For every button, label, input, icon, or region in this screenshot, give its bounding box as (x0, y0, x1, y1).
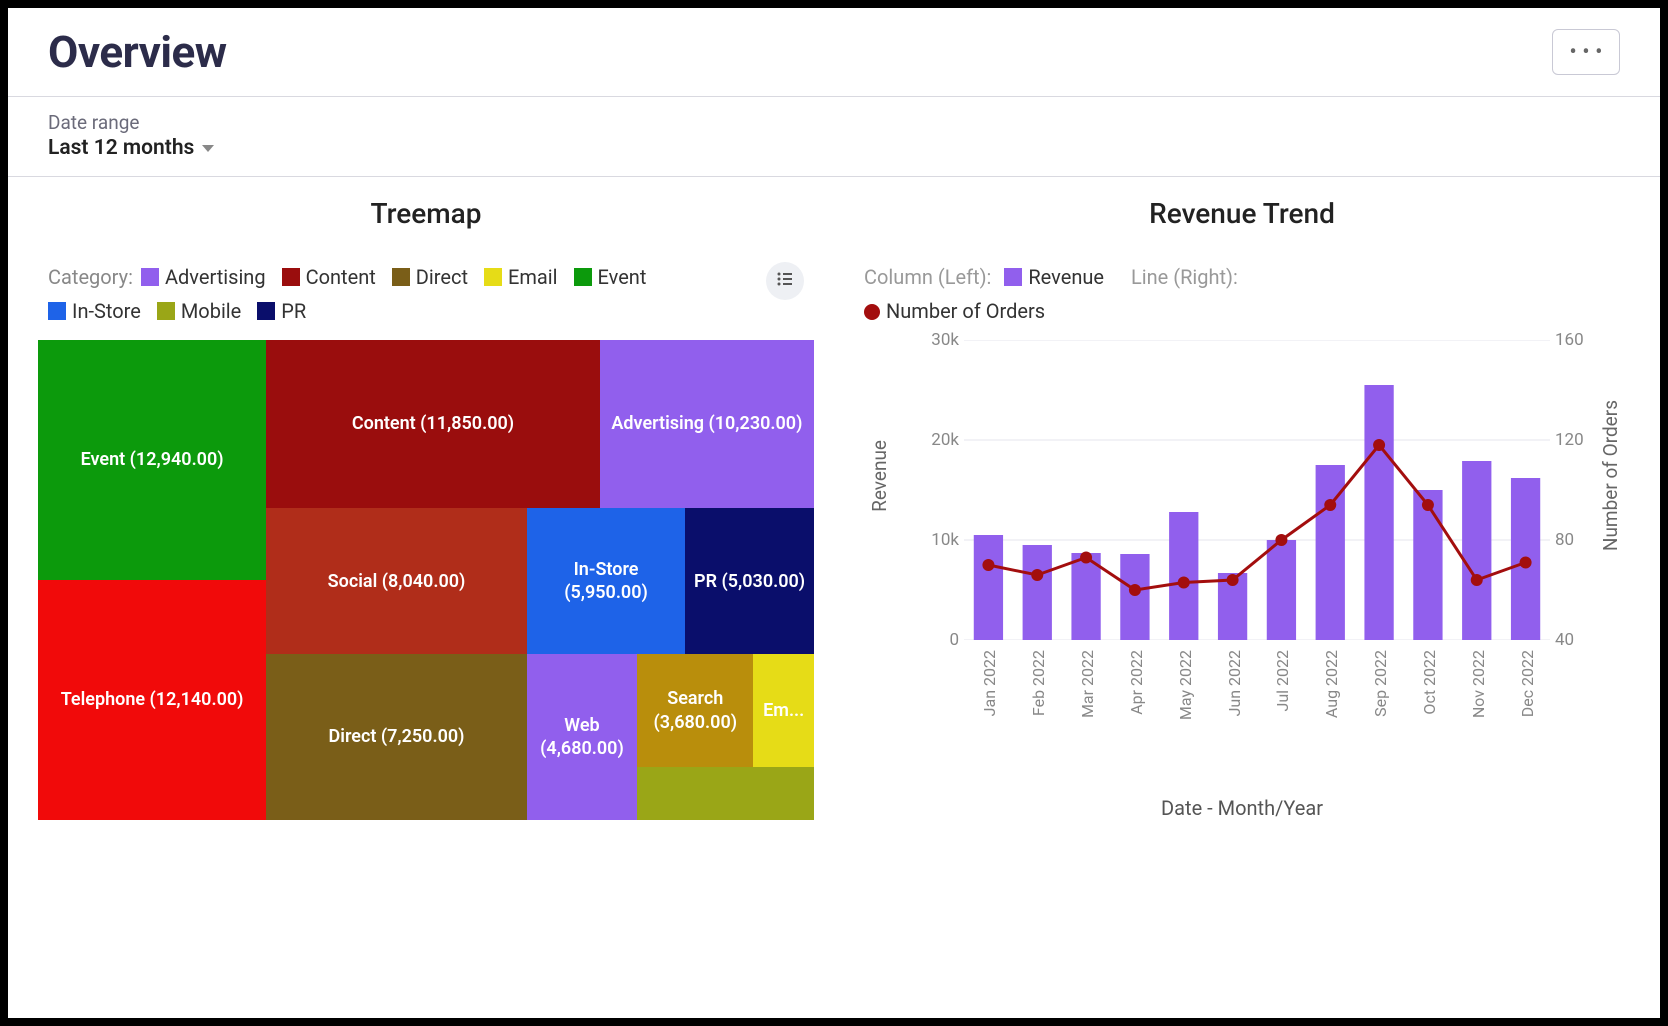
y-tick-left: 0 (899, 630, 959, 650)
y-tick-left: 10k (899, 530, 959, 550)
treemap-cell[interactable]: Telephone (12,140.00) (38, 580, 266, 820)
legend-item[interactable]: Content (282, 260, 376, 294)
legend-item[interactable]: Advertising (141, 260, 266, 294)
legend-line-label: Line (Right): (1131, 265, 1238, 289)
chevron-down-icon (202, 145, 214, 152)
x-tick: Mar 2022 (1078, 650, 1097, 718)
y-tick-right: 80 (1555, 530, 1605, 550)
date-range-selector[interactable]: Last 12 months (48, 136, 214, 160)
x-axis-label: Date - Month/Year (854, 796, 1630, 820)
treemap-chart[interactable]: Event (12,940.00)Content (11,850.00)Adve… (38, 340, 814, 820)
y-axis-left-label: Revenue (868, 440, 891, 512)
x-tick: Oct 2022 (1420, 650, 1439, 715)
treemap-cell[interactable]: Event (12,940.00) (38, 340, 266, 580)
date-range-value: Last 12 months (48, 136, 194, 160)
treemap-panel: Treemap Category:AdvertisingContentDirec… (38, 197, 814, 820)
swatch-icon (257, 302, 275, 320)
revenue-trend-legend: Column (Left): Revenue Line (Right): Num… (854, 260, 1630, 328)
legend-column-label: Column (Left): (864, 265, 991, 289)
revenue-swatch-icon (1004, 268, 1022, 286)
swatch-icon (157, 302, 175, 320)
treemap-legend: Category:AdvertisingContentDirectEmailEv… (48, 260, 756, 328)
legend-item[interactable]: Direct (392, 260, 468, 294)
y-axis-right-label: Number of Orders (1599, 400, 1622, 551)
treemap-cell[interactable]: Social (8,040.00) (266, 508, 527, 654)
treemap-cell[interactable]: Em... (753, 654, 814, 767)
legend-item[interactable]: In-Store (48, 294, 141, 328)
swatch-icon (282, 268, 300, 286)
x-tick: Nov 2022 (1469, 650, 1488, 718)
legend-orders: Number of Orders (886, 299, 1045, 323)
y-tick-left: 20k (899, 430, 959, 450)
revenue-trend-title: Revenue Trend (854, 197, 1630, 230)
x-tick: Feb 2022 (1029, 650, 1048, 716)
page-title: Overview (48, 26, 227, 78)
y-tick-left: 30k (899, 330, 959, 350)
treemap-cell[interactable]: Advertising (10,230.00) (600, 340, 814, 508)
ellipsis-icon: • • • (1569, 40, 1602, 65)
x-tick: Dec 2022 (1518, 650, 1537, 717)
legend-revenue: Revenue (1028, 265, 1104, 289)
more-menu-button[interactable]: • • • (1552, 29, 1620, 75)
revenue-trend-chart[interactable]: Revenue Number of Orders Date - Month/Ye… (854, 340, 1630, 820)
x-tick: Jan 2022 (980, 650, 999, 716)
x-tick: May 2022 (1176, 650, 1195, 720)
x-tick: Sep 2022 (1371, 650, 1390, 717)
treemap-title: Treemap (38, 197, 814, 230)
y-tick-right: 120 (1555, 430, 1605, 450)
y-tick-right: 160 (1555, 330, 1605, 350)
swatch-icon (48, 302, 66, 320)
list-icon (776, 270, 794, 293)
legend-toggle-button[interactable] (766, 262, 804, 300)
x-tick: Jul 2022 (1273, 650, 1292, 711)
date-range-label: Date range (48, 111, 1620, 134)
treemap-cell[interactable]: Direct (7,250.00) (266, 654, 527, 820)
treemap-cell[interactable]: Content (11,850.00) (266, 340, 600, 508)
legend-item[interactable]: Email (484, 260, 558, 294)
swatch-icon (392, 268, 410, 286)
x-tick: Apr 2022 (1127, 650, 1146, 715)
legend-item[interactable]: PR (257, 294, 306, 328)
x-tick: Jun 2022 (1225, 650, 1244, 716)
treemap-cell[interactable]: Web (4,680.00) (527, 654, 637, 820)
treemap-cell[interactable]: Search (3,680.00) (637, 654, 753, 767)
legend-item[interactable]: Event (574, 260, 647, 294)
revenue-trend-panel: Revenue Trend Column (Left): Revenue Lin… (854, 197, 1630, 820)
x-tick: Aug 2022 (1322, 650, 1341, 718)
legend-item[interactable]: Mobile (157, 294, 241, 328)
treemap-cell[interactable]: In-Store (5,950.00) (527, 508, 685, 654)
treemap-cell[interactable] (637, 767, 814, 820)
swatch-icon (574, 268, 592, 286)
y-tick-right: 40 (1555, 630, 1605, 650)
treemap-cell[interactable]: PR (5,030.00) (685, 508, 814, 654)
swatch-icon (484, 268, 502, 286)
swatch-icon (141, 268, 159, 286)
orders-swatch-icon (864, 304, 880, 320)
